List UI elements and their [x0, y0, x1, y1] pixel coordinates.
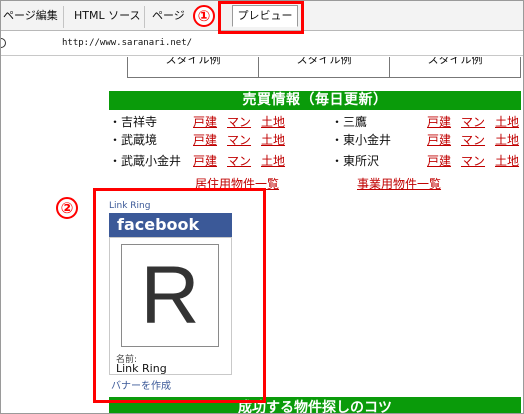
name-value[interactable]: Link Ring	[116, 362, 167, 375]
address-bar[interactable]: http://www.saranari.net/	[1, 32, 523, 56]
create-banner-link[interactable]: バナーを作成	[111, 377, 171, 392]
mansion-link[interactable]: マン	[227, 131, 251, 148]
land-link[interactable]: 土地	[261, 131, 285, 148]
house-link[interactable]: 戸建	[193, 113, 217, 130]
tab-bar: ページ編集 HTML ソース ページ プレビュー	[1, 1, 523, 31]
station-row: ・武蔵小金井 戸建 マン 土地 ・東所沢 戸建 マン 土地	[109, 151, 521, 169]
land-link[interactable]: 土地	[495, 152, 519, 169]
tab-preview[interactable]: プレビュー	[232, 5, 298, 27]
annotation-number-2: ②	[56, 197, 78, 219]
profile-card[interactable]: R 名前: Link Ring	[109, 237, 232, 375]
sales-info-header: 売買情報（毎日更新）	[109, 91, 521, 110]
profile-letter-icon: R	[140, 250, 200, 341]
link-ring-top-link[interactable]: Link Ring	[109, 201, 150, 211]
mansion-link[interactable]: マン	[227, 152, 251, 169]
address-url[interactable]: http://www.saranari.net/	[62, 38, 192, 48]
station-name: ・三鷹	[331, 115, 368, 129]
window-frame: ページ編集 HTML ソース ページ プレビュー http://www.sara…	[0, 0, 524, 414]
land-link[interactable]: 土地	[495, 131, 519, 148]
house-link[interactable]: 戸建	[193, 131, 217, 148]
profile-picture[interactable]: R	[121, 244, 219, 347]
land-link[interactable]: 土地	[261, 113, 285, 130]
style-example-cell: スタイル例	[128, 57, 259, 77]
facebook-header[interactable]: facebook	[109, 213, 232, 237]
tab-page-edit[interactable]: ページ編集	[3, 6, 64, 28]
style-example-cell: スタイル例	[427, 57, 483, 66]
tips-section-header: 成功する物件探しのコツ	[109, 397, 521, 413]
style-example-cell: スタイル例	[259, 57, 390, 77]
style-example-row: スタイル例 スタイル例 スタイル例	[127, 57, 521, 78]
facebook-link-ring-widget: Link Ring facebook R 名前: Link Ring バナーを作…	[107, 199, 233, 399]
mansion-link[interactable]: マン	[461, 113, 485, 130]
house-link[interactable]: 戸建	[427, 113, 451, 130]
residential-list-link[interactable]: 居住用物件一覧	[195, 175, 279, 192]
page-icon	[1, 38, 6, 48]
station-name: ・東所沢	[331, 154, 380, 168]
preview-content: スタイル例 スタイル例 スタイル例 売買情報（毎日更新） ・吉祥寺 戸建 マン …	[1, 57, 523, 413]
land-link[interactable]: 土地	[261, 152, 285, 169]
station-name: ・吉祥寺	[109, 115, 158, 129]
tab-html-source[interactable]: HTML ソース	[74, 6, 145, 28]
house-link[interactable]: 戸建	[193, 152, 217, 169]
mansion-link[interactable]: マン	[461, 131, 485, 148]
land-link[interactable]: 土地	[495, 113, 519, 130]
mansion-link[interactable]: マン	[461, 152, 485, 169]
station-row: ・吉祥寺 戸建 マン 土地 ・三鷹 戸建 マン 土地	[109, 112, 521, 130]
business-list-link[interactable]: 事業用物件一覧	[357, 175, 441, 192]
mansion-link[interactable]: マン	[227, 113, 251, 130]
annotation-number-1: ①	[193, 5, 215, 27]
house-link[interactable]: 戸建	[427, 152, 451, 169]
station-name: ・武蔵小金井	[109, 154, 182, 168]
station-name: ・武蔵境	[109, 133, 158, 147]
station-row: ・武蔵境 戸建 マン 土地 ・東小金井 戸建 マン 土地	[109, 130, 521, 148]
house-link[interactable]: 戸建	[427, 131, 451, 148]
station-name: ・東小金井	[331, 133, 392, 147]
